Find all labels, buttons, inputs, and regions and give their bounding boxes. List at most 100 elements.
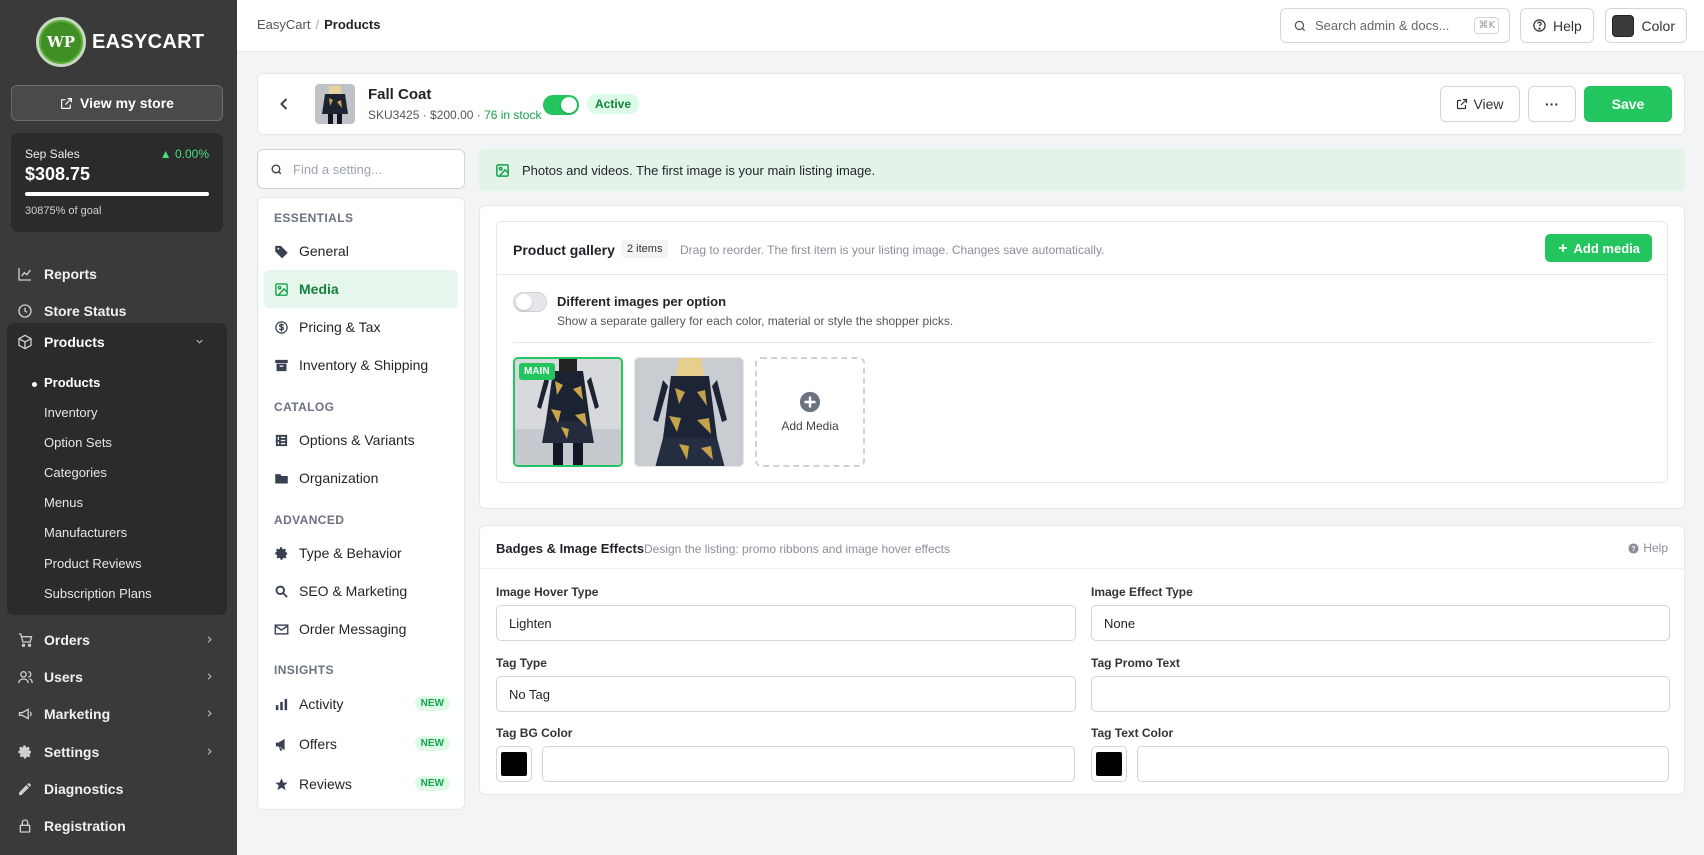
subnav-subscription-plans[interactable]: Subscription Plans [44, 586, 152, 601]
more-actions-button[interactable]: ··· [1528, 86, 1576, 122]
subnav-menus[interactable]: Menus [44, 495, 83, 510]
effect-type-select[interactable]: None [1091, 605, 1670, 641]
toggle-knob [561, 97, 577, 113]
color-mode-button[interactable]: Color [1605, 8, 1687, 43]
section-insights: INSIGHTS [274, 663, 334, 677]
bg-color-input[interactable] [542, 746, 1075, 782]
settings-item-media[interactable]: Media [264, 270, 458, 308]
subnav-categories[interactable]: Categories [44, 465, 107, 480]
media-tile[interactable] [634, 357, 744, 467]
settings-item-label: Offers [299, 736, 337, 752]
settings-item-organization[interactable]: Organization [264, 459, 458, 497]
mail-icon [274, 622, 290, 637]
chevron-down-icon [194, 334, 205, 350]
new-badge: NEW [414, 736, 450, 751]
media-info-banner: Photos and videos. The first image is yo… [479, 149, 1685, 191]
different-images-toggle[interactable] [513, 292, 547, 312]
settings-item-general[interactable]: General [264, 232, 458, 270]
settings-item-label: Pricing & Tax [299, 319, 381, 335]
settings-item-pricing[interactable]: Pricing & Tax [264, 308, 458, 346]
settings-item-type-behavior[interactable]: Type & Behavior [264, 534, 458, 572]
add-media-tile[interactable]: Add Media [755, 357, 865, 467]
options-icon [274, 433, 290, 448]
subnav-option-sets[interactable]: Option Sets [44, 435, 112, 450]
topbar: EasyCart / Products Search admin & docs...… [237, 0, 1704, 52]
settings-search-input[interactable]: Find a setting... [257, 149, 465, 189]
help-button[interactable]: Help [1520, 8, 1594, 43]
subnav-product-reviews[interactable]: Product Reviews [44, 556, 142, 571]
search-icon [270, 163, 283, 176]
product-meta: SKU3425 · $200.00 · 76 in stock [368, 108, 541, 122]
text-color-label: Tag Text Color [1091, 726, 1174, 740]
save-button[interactable]: Save [1584, 86, 1672, 122]
external-link-icon [60, 97, 73, 110]
nav-diagnostics[interactable]: Diagnostics [0, 771, 237, 807]
color-label: Color [1641, 17, 1675, 34]
folder-icon [274, 471, 290, 486]
settings-item-seo-marketing[interactable]: SEO & Marketing [264, 572, 458, 610]
settings-item-order-messaging[interactable]: Order Messaging [264, 610, 458, 648]
settings-item-offers[interactable]: Offers NEW [264, 725, 458, 763]
chevron-right-icon [204, 632, 215, 648]
subnav-products[interactable]: Products [44, 375, 100, 390]
active-dot [32, 382, 37, 387]
nav-orders[interactable]: Orders [0, 622, 237, 658]
bg-color-swatch[interactable] [496, 746, 532, 782]
megaphone-icon [17, 706, 37, 722]
bar-chart-icon [274, 697, 290, 712]
admin-search-input[interactable]: Search admin & docs... ⌘K [1280, 8, 1510, 43]
nav-reports[interactable]: Reports [0, 256, 237, 292]
promo-text-label: Tag Promo Text [1091, 656, 1180, 670]
media-card: Product gallery 2 items Drag to reorder.… [479, 205, 1685, 509]
promo-text-input[interactable] [1091, 676, 1670, 712]
view-button[interactable]: View [1440, 86, 1520, 122]
settings-item-reviews[interactable]: Reviews NEW [264, 765, 458, 803]
gallery-count: 2 items [621, 240, 669, 258]
brand[interactable]: WP EASYCART [36, 17, 204, 67]
settings-item-inventory-shipping[interactable]: Inventory & Shipping [264, 346, 458, 384]
nav-settings[interactable]: Settings [0, 734, 237, 770]
active-toggle[interactable] [543, 95, 579, 115]
settings-nav: ESSENTIALS General Media Pricing & Tax I… [257, 197, 465, 810]
subnav-manufacturers[interactable]: Manufacturers [44, 525, 127, 540]
nav-products[interactable]: Products [7, 323, 227, 360]
star-icon [274, 777, 290, 792]
badges-help-link[interactable]: ? Help [1628, 541, 1668, 555]
divider [497, 274, 1667, 275]
clock-icon [17, 303, 37, 319]
nav-label: Store Status [44, 303, 127, 319]
badges-card: Badges & Image Effects Design the listin… [479, 525, 1685, 795]
toggle-knob [516, 294, 532, 310]
nav-users[interactable]: Users [0, 659, 237, 695]
plus-icon [1557, 242, 1569, 254]
section-essentials: ESSENTIALS [274, 211, 354, 225]
settings-item-activity[interactable]: Activity NEW [264, 685, 458, 723]
text-color-swatch[interactable] [1091, 746, 1127, 782]
gear-icon [274, 546, 290, 561]
cart-icon [17, 632, 37, 648]
main-badge: MAIN [519, 363, 555, 380]
nav-label: Diagnostics [44, 781, 124, 797]
view-store-button[interactable]: View my store [11, 85, 223, 121]
back-button[interactable] [274, 92, 294, 116]
new-badge: NEW [414, 696, 450, 711]
hover-type-select[interactable]: Lighten [496, 605, 1076, 641]
subnav-inventory[interactable]: Inventory [44, 405, 97, 420]
tag-type-select[interactable]: No Tag [496, 676, 1076, 712]
nav-label: Products [44, 333, 105, 350]
media-info-text: Photos and videos. The first image is yo… [522, 162, 876, 178]
view-label: View [1473, 96, 1504, 112]
settings-item-label: Media [299, 281, 339, 297]
nav-registration[interactable]: Registration [0, 808, 237, 844]
text-color-input[interactable] [1137, 746, 1669, 782]
settings-item-options-variants[interactable]: Options & Variants [264, 421, 458, 459]
breadcrumb-root[interactable]: EasyCart [257, 17, 310, 32]
nav-marketing[interactable]: Marketing [0, 696, 237, 732]
media-tile-main[interactable]: MAIN [513, 357, 623, 467]
breadcrumb: EasyCart / Products [257, 17, 380, 32]
settings-item-label: Reviews [299, 776, 352, 792]
nav-label: Users [44, 669, 83, 685]
external-link-icon [1456, 98, 1468, 110]
add-media-button[interactable]: Add media [1544, 234, 1652, 262]
section-advanced: ADVANCED [274, 513, 345, 527]
